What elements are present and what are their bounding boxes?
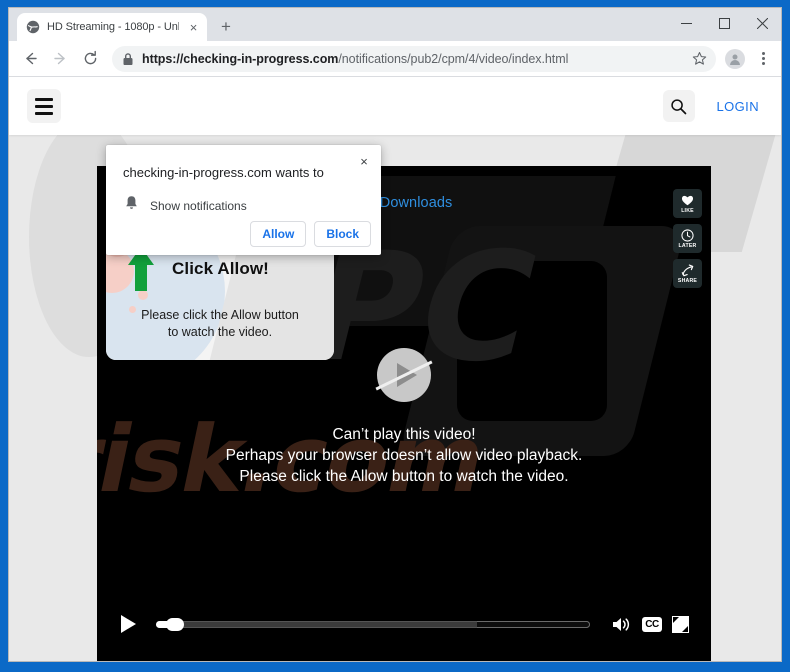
browser-toolbar: https://checking-in-progress.com/notific… — [9, 41, 781, 77]
video-controls: CC — [97, 609, 711, 639]
like-button[interactable]: LIKE — [673, 189, 702, 218]
new-tab-button[interactable]: + — [213, 14, 239, 40]
lock-icon — [122, 52, 134, 66]
url-domain: https://checking-in-progress.com — [142, 51, 339, 66]
dialog-close-icon[interactable]: × — [355, 152, 373, 170]
fullscreen-corner-tl — [673, 616, 679, 623]
error-line-2: Perhaps your browser doesn’t allow video… — [225, 447, 583, 464]
error-line-1: Can’t play this video! — [332, 426, 476, 443]
overlay-dot — [138, 290, 148, 300]
web-page: LOGIN PC risk.com Downloads LIKE LATER S… — [9, 77, 781, 661]
overlay-instruction-line-2: to watch the video. — [167, 325, 273, 339]
dialog-permission-row: Show notifications — [106, 182, 381, 216]
clock-icon — [681, 228, 694, 242]
bell-icon — [124, 195, 139, 216]
fullscreen-corner-br — [682, 625, 688, 632]
progress-thumb[interactable] — [166, 617, 184, 631]
overlay-instruction-line-1: Please click the Allow button — [141, 308, 299, 322]
address-bar[interactable]: https://checking-in-progress.com/notific… — [112, 45, 716, 72]
address-bar-url: https://checking-in-progress.com/notific… — [142, 52, 680, 66]
back-arrow-icon[interactable] — [16, 45, 44, 73]
later-button[interactable]: LATER — [673, 224, 702, 253]
dialog-title: checking-in-progress.com wants to — [123, 165, 324, 180]
allow-button[interactable]: Allow — [250, 221, 307, 247]
volume-icon[interactable] — [612, 616, 632, 633]
later-label: LATER — [678, 242, 697, 249]
play-icon[interactable] — [121, 615, 136, 633]
video-side-buttons: LIKE LATER SHARE — [673, 189, 702, 288]
maximize-icon[interactable] — [705, 8, 743, 38]
progress-slider[interactable] — [156, 617, 590, 631]
search-icon[interactable] — [662, 90, 695, 122]
overlay-instruction: Please click the Allow button to watch t… — [106, 307, 334, 341]
dialog-permission-label: Show notifications — [150, 198, 247, 213]
url-path: /notifications/pub2/cpm/4/video/index.ht… — [338, 51, 569, 66]
share-icon — [681, 264, 694, 277]
tab-title: HD Streaming - 1080p - Unlimite — [47, 21, 179, 33]
hamburger-menu-icon[interactable] — [27, 89, 61, 123]
forward-arrow-icon — [46, 45, 74, 73]
heart-icon — [681, 194, 694, 207]
star-icon[interactable] — [688, 48, 710, 70]
reload-icon[interactable] — [76, 45, 104, 73]
like-label: LIKE — [681, 207, 694, 214]
globe-icon — [26, 20, 40, 34]
close-icon[interactable] — [743, 8, 781, 38]
avatar-icon[interactable] — [725, 48, 745, 69]
tab-close-icon[interactable]: × — [186, 20, 201, 35]
share-label: SHARE — [677, 277, 698, 284]
play-disabled-icon[interactable] — [375, 348, 433, 402]
share-button[interactable]: SHARE — [673, 259, 702, 288]
dialog-actions: Allow Block — [250, 221, 371, 247]
overlay-title: Click Allow! — [172, 259, 269, 278]
three-dot-menu-icon[interactable] — [752, 52, 774, 65]
window-controls — [667, 8, 781, 38]
login-link[interactable]: LOGIN — [717, 99, 759, 114]
error-line-3: Please click the Allow button to watch t… — [239, 468, 569, 485]
minimize-icon[interactable] — [667, 8, 705, 38]
browser-title-bar: HD Streaming - 1080p - Unlimite × + — [9, 8, 781, 41]
desktop-backdrop: HD Streaming - 1080p - Unlimite × + — [0, 0, 790, 672]
block-button[interactable]: Block — [314, 221, 371, 247]
video-error-message: Can’t play this video! Perhaps your brow… — [97, 348, 711, 487]
notification-permission-dialog: × checking-in-progress.com wants to Show… — [106, 145, 381, 255]
site-header: LOGIN — [9, 77, 781, 135]
progress-buffered — [477, 620, 590, 628]
fullscreen-icon[interactable] — [672, 615, 689, 633]
browser-tab[interactable]: HD Streaming - 1080p - Unlimite × — [17, 13, 207, 41]
arrow-shaft — [135, 263, 147, 291]
browser-window: HD Streaming - 1080p - Unlimite × + — [8, 7, 782, 662]
captions-button[interactable]: CC — [642, 616, 662, 632]
